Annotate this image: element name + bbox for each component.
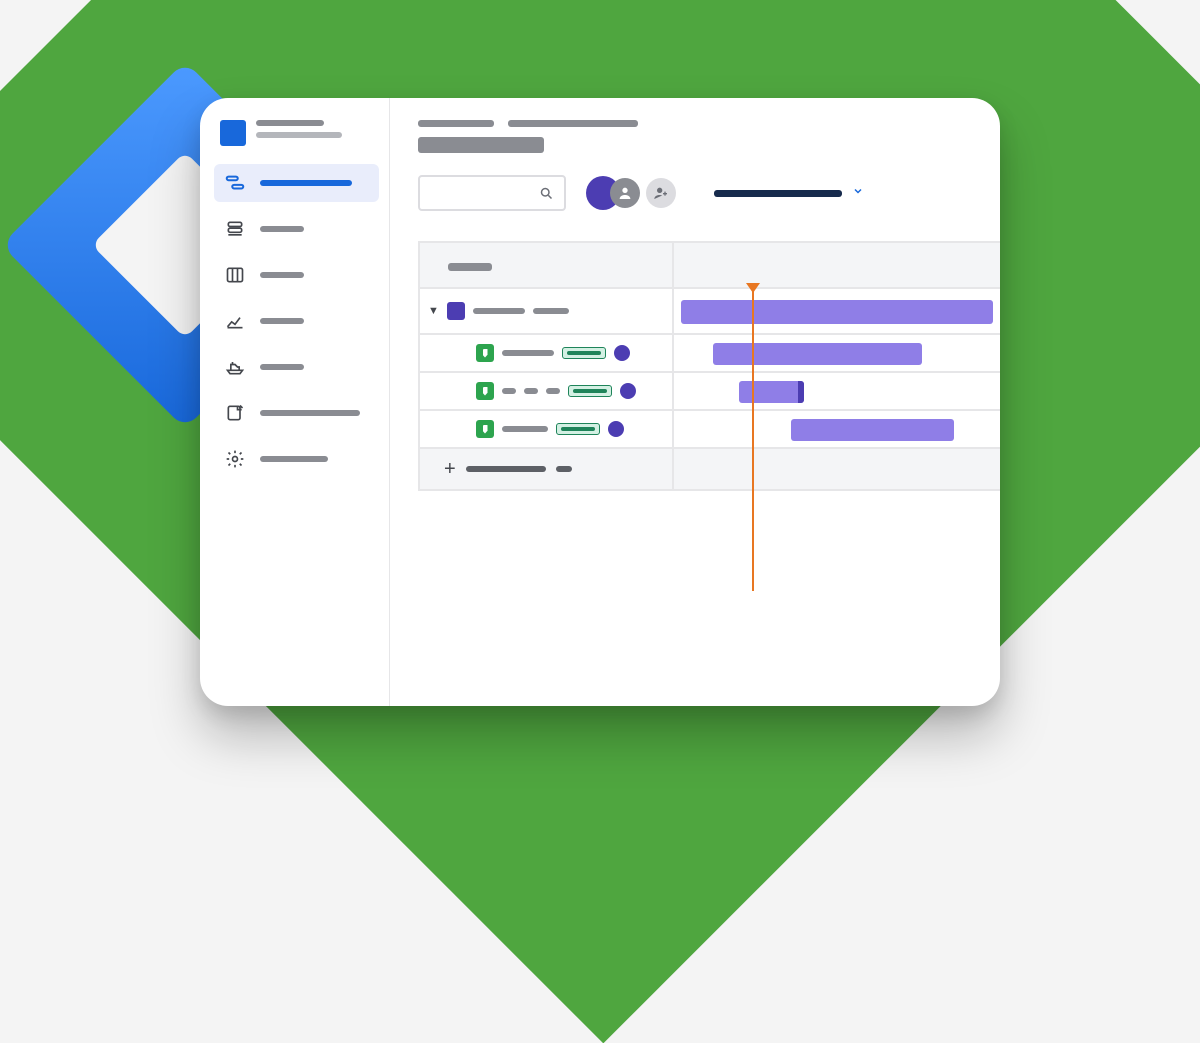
chevron-down-icon [852,184,864,202]
main-content: Projects Project Name Timeline Status ca… [390,98,1000,706]
story-row-1[interactable]: Story one Done [420,335,672,371]
sidebar-item-add-shortcut[interactable]: Add shortcut [214,394,379,432]
board-icon [224,264,246,286]
epic-gantt-bar[interactable] [681,300,994,324]
plus-icon: + [444,459,456,479]
project-avatar [220,120,246,146]
sidebar-item-backlog[interactable]: Backlog [214,210,379,248]
story-icon [476,344,494,362]
status-filter-dropdown[interactable]: Status category [714,184,864,202]
create-epic-button[interactable]: + Create epic [420,449,672,489]
ship-icon [224,356,246,378]
app-window: Project Name Software project Timeline B… [200,98,1000,706]
story-row-3[interactable]: Story three To do [420,411,672,447]
avatar-user-2[interactable] [610,178,640,208]
story-icon [476,382,494,400]
assignee-avatar[interactable] [614,345,630,361]
today-line: Today [752,289,754,591]
add-page-icon [224,402,246,424]
reports-icon [224,310,246,332]
backlog-icon [224,218,246,240]
sidebar-item-board[interactable]: Board [214,256,379,294]
epic-row[interactable]: ▼ PROJ-1 Epic summary [420,289,672,333]
timeline-icon [224,172,246,194]
project-type: Software project [256,132,342,138]
story-row-2[interactable]: Story two In progress [420,373,672,409]
timeline: Today Epics ▼ PROJ-1 Epic summary [418,241,1000,491]
sidebar-item-releases[interactable]: Releases [214,348,379,386]
sidebar-item-reports[interactable]: Reports [214,302,379,340]
timeline-date-header[interactable] [674,243,1000,289]
toolbar: Status category [418,175,1000,211]
story-1-gantt-bar[interactable] [713,343,922,365]
sidebar: Project Name Software project Timeline B… [200,98,390,706]
epic-icon [447,302,465,320]
gear-icon [224,448,246,470]
project-header[interactable]: Project Name Software project [214,116,379,164]
status-tag[interactable]: To do [556,423,600,435]
assignee-avatar[interactable] [620,383,636,399]
sidebar-item-settings[interactable]: Project settings [214,440,379,478]
project-name: Project Name [256,120,324,126]
chevron-down-icon[interactable]: ▼ [428,305,439,317]
breadcrumb[interactable]: Projects Project Name [418,120,1000,127]
story-2-gantt-bar[interactable] [739,381,804,403]
search-icon [539,186,554,201]
story-icon [476,420,494,438]
search-input[interactable] [418,175,566,211]
add-people-button[interactable] [646,178,676,208]
status-tag[interactable]: Done [562,347,606,359]
sidebar-item-timeline[interactable]: Timeline [214,164,379,202]
status-tag[interactable]: In progress [568,385,612,397]
assignee-avatar[interactable] [608,421,624,437]
epics-column-header: Epics [448,263,492,271]
story-3-gantt-bar[interactable] [791,419,954,441]
page-title: Timeline [418,137,544,153]
